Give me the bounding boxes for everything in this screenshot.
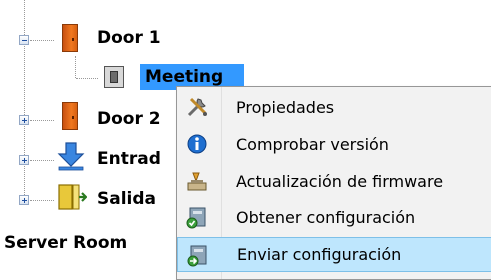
- collapse-button-door-1[interactable]: [19, 35, 29, 45]
- send-config-icon: [187, 245, 207, 267]
- menu-item-obtener-configuracion[interactable]: Obtener configuración: [177, 200, 491, 235]
- info-icon: [187, 134, 207, 154]
- card-reader-icon: [104, 66, 124, 88]
- menu-item-label: Obtener configuración: [236, 208, 416, 227]
- exit-icon: [58, 184, 87, 210]
- expand-button-entrada[interactable]: [19, 155, 29, 165]
- tree-item-meeting[interactable]: Meeting: [145, 66, 223, 88]
- menu-item-label: Actualización de firmware: [236, 172, 444, 191]
- tree-guide-line: [75, 56, 76, 78]
- tree-guide-line: [76, 78, 98, 79]
- menu-item-actualizacion-firmware[interactable]: Actualización de firmware: [177, 164, 491, 199]
- tree-item-salida[interactable]: Salida: [97, 188, 156, 210]
- get-config-icon: [186, 207, 206, 229]
- firmware-update-icon: [187, 172, 207, 191]
- menu-item-label: Propiedades: [236, 98, 335, 117]
- expand-button-door-2[interactable]: [19, 115, 29, 125]
- down-arrow-icon: [57, 142, 85, 171]
- tools-icon: [187, 97, 207, 117]
- menu-item-enviar-configuracion[interactable]: Enviar configuración: [177, 237, 491, 272]
- tree-guide-line: [30, 40, 54, 41]
- tree-guide-line: [30, 120, 54, 121]
- tree-item-entrada[interactable]: Entrad: [97, 148, 161, 170]
- tree-guide-line: [24, 0, 25, 205]
- menu-item-propiedades[interactable]: Propiedades: [177, 90, 491, 125]
- menu-item-label: Comprobar versión: [236, 135, 389, 154]
- tree-item-door-2[interactable]: Door 2: [97, 108, 161, 130]
- expand-button-salida[interactable]: [19, 195, 29, 205]
- tree-item-door-1[interactable]: Door 1: [97, 27, 161, 49]
- door-icon: [62, 24, 78, 52]
- tree-group-server-room[interactable]: Server Room: [4, 232, 127, 254]
- tree-guide-line: [30, 160, 54, 161]
- tree-guide-line: [30, 200, 54, 201]
- context-menu: Propiedades Comprobar versión Actualizac…: [176, 86, 491, 280]
- menu-item-comprobar-version[interactable]: Comprobar versión: [177, 127, 491, 162]
- door-icon: [62, 102, 78, 130]
- menu-item-label: Enviar configuración: [237, 245, 402, 264]
